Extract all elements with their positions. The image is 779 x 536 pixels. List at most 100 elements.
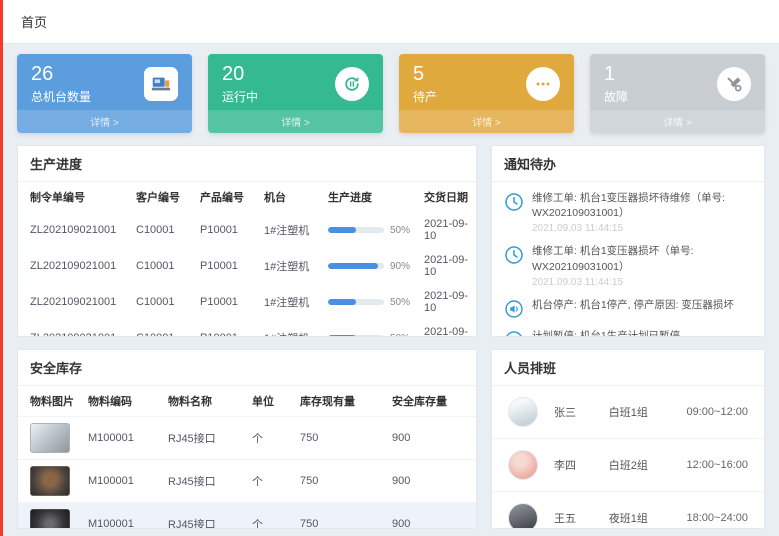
- staff-shift: 白班1组: [609, 404, 687, 420]
- notice-item[interactable]: 维修工单: 机台1变压器损坏（单号: WX202109031001） 2021.…: [504, 239, 752, 292]
- material-name: RJ45接口: [162, 417, 246, 460]
- avatar: [508, 503, 538, 529]
- notices-panel: 通知待办 维修工单: 机台1变压器损坏待维修（单号: WX20210903100…: [491, 145, 765, 337]
- production-machine: 1#注塑机: [258, 248, 322, 284]
- notice-timestamp: 2021.09.03 11:44:15: [532, 223, 752, 234]
- dashboard-page: 首页 26 总机台数量 详情 >: [0, 0, 779, 536]
- production-progress-bar: 90%: [328, 261, 412, 272]
- staff-time-range: 18:00~24:00: [687, 512, 748, 524]
- staff-name: 王五: [554, 510, 609, 526]
- inventory-table: 物料图片 物料编码 物料名称 单位 库存现有量 安全库存量 M100001 RJ…: [18, 386, 477, 529]
- production-machine: 1#注塑机: [258, 212, 322, 248]
- notice-icon: [504, 330, 524, 337]
- material-code: M100001: [82, 460, 162, 503]
- production-progress-value: 50%: [390, 297, 410, 308]
- card-waiting[interactable]: 5 待产 详情 >: [399, 54, 574, 133]
- card-fault[interactable]: 1 故障 详情 >: [590, 54, 765, 133]
- card-running-main: 20 运行中: [208, 54, 383, 110]
- card-running[interactable]: 20 运行中 详情 >: [208, 54, 383, 133]
- col-material-code: 物料编码: [82, 386, 162, 417]
- card-total-machines-label: 总机台数量: [31, 88, 91, 105]
- notice-item[interactable]: 计划暂停: 机台1生产计划已暂停 2021.09.03 11:44:15: [504, 324, 752, 337]
- production-product-no: P10001: [194, 212, 258, 248]
- notice-item[interactable]: 机台停产: 机台1停产, 停产原因: 变压器损坏: [504, 293, 752, 324]
- production-delivery-date: 2021-09-10: [418, 284, 477, 320]
- material-safety-stock: 900: [386, 460, 477, 503]
- notice-icon: [504, 299, 524, 319]
- notice-timestamp: 2021.09.03 11:44:15: [532, 277, 752, 288]
- notice-text: 维修工单: 机台1变压器损坏（单号: WX202109031001）: [532, 244, 752, 274]
- production-delivery-date: 2021-09-10: [418, 320, 477, 337]
- safety-stock-panel: 安全库存 物料图片 物料编码 物料名称 单位 库存现有量 安全库存量: [17, 349, 477, 529]
- notice-icon: [504, 192, 524, 212]
- production-customer-no: C10001: [130, 248, 194, 284]
- card-waiting-detail-link[interactable]: 详情 >: [399, 110, 574, 133]
- col-product-no: 产品编号: [194, 182, 258, 212]
- production-product-no: P10001: [194, 248, 258, 284]
- card-total-machines-detail-link[interactable]: 详情 >: [17, 110, 192, 133]
- avatar: [508, 450, 538, 480]
- col-delivery-date: 交货日期: [418, 182, 477, 212]
- production-table: 制令单编号 客户编号 产品编号 机台 生产进度 交货日期 ZL202109021…: [18, 182, 477, 337]
- col-material-image: 物料图片: [18, 386, 82, 417]
- production-header-row: 制令单编号 客户编号 产品编号 机台 生产进度 交货日期: [18, 182, 477, 212]
- col-safety-stock: 安全库存量: [386, 386, 477, 417]
- material-unit: 个: [246, 417, 294, 460]
- card-total-machines[interactable]: 26 总机台数量 详情 >: [17, 54, 192, 133]
- production-customer-no: C10001: [130, 212, 194, 248]
- col-customer-no: 客户编号: [130, 182, 194, 212]
- running-icon: [335, 67, 369, 101]
- stat-cards: 26 总机台数量 详情 > 20 运行中: [17, 54, 765, 133]
- schedule-row: 王五 夜班1组 18:00~24:00: [492, 492, 764, 529]
- inventory-header-row: 物料图片 物料编码 物料名称 单位 库存现有量 安全库存量: [18, 386, 477, 417]
- material-code: M100001: [82, 417, 162, 460]
- card-running-detail-link[interactable]: 详情 >: [208, 110, 383, 133]
- card-waiting-label: 待产: [413, 88, 437, 105]
- production-delivery-date: 2021-09-10: [418, 248, 477, 284]
- production-order-no: ZL202109021001: [18, 248, 130, 284]
- material-image: [30, 423, 70, 453]
- material-current-stock: 750: [294, 460, 386, 503]
- notice-icon: [504, 245, 524, 265]
- inventory-row: M100001 RJ45接口 个 750 900: [18, 417, 477, 460]
- notices-list: 维修工单: 机台1变压器损坏待维修（单号: WX202109031001） 20…: [492, 182, 764, 337]
- notice-item[interactable]: 维修工单: 机台1变压器损坏待维修（单号: WX202109031001） 20…: [504, 186, 752, 239]
- production-progress-bar: 50%: [328, 225, 412, 236]
- col-unit: 单位: [246, 386, 294, 417]
- notice-text: 机台停产: 机台1停产, 停产原因: 变压器损坏: [532, 298, 734, 313]
- card-waiting-main: 5 待产: [399, 54, 574, 110]
- production-row: ZL202109021001 C10001 P10001 1#注塑机 50% 2…: [18, 320, 477, 337]
- material-safety-stock: 900: [386, 417, 477, 460]
- card-running-label: 运行中: [222, 88, 258, 105]
- production-progress-panel: 生产进度 制令单编号 客户编号 产品编号 机台 生产进度 交货日期: [17, 145, 477, 337]
- production-order-no: ZL202109021001: [18, 284, 130, 320]
- production-progress-value: 50%: [390, 225, 410, 236]
- card-waiting-value: 5: [413, 63, 437, 86]
- col-order-no: 制令单编号: [18, 182, 130, 212]
- card-fault-main: 1 故障: [590, 54, 765, 110]
- staff-name: 张三: [554, 404, 609, 420]
- inventory-row: M100001 RJ45接口 个 750 900: [18, 460, 477, 503]
- machine-icon: [144, 67, 178, 101]
- production-order-no: ZL202109021001: [18, 320, 130, 337]
- card-fault-value: 1: [604, 63, 628, 86]
- notices-title: 通知待办: [492, 146, 764, 182]
- waiting-icon: [526, 67, 560, 101]
- card-fault-detail-link[interactable]: 详情 >: [590, 110, 765, 133]
- fault-icon: [717, 67, 751, 101]
- material-current-stock: 750: [294, 417, 386, 460]
- production-row: ZL202109021001 C10001 P10001 1#注塑机 50% 2…: [18, 212, 477, 248]
- material-name: RJ45接口: [162, 503, 246, 530]
- staff-schedule-list: 张三 白班1组 09:00~12:00 李四 白班2组 12:00~16:00 …: [492, 386, 764, 529]
- material-image: [30, 466, 70, 496]
- staff-name: 李四: [554, 457, 609, 473]
- col-current-stock: 库存现有量: [294, 386, 386, 417]
- production-progress-value: 50%: [390, 333, 410, 338]
- production-progress-bar: 50%: [328, 297, 412, 308]
- page-header: 首页: [3, 0, 779, 44]
- schedule-row: 李四 白班2组 12:00~16:00: [492, 439, 764, 492]
- col-progress: 生产进度: [322, 182, 418, 212]
- material-unit: 个: [246, 460, 294, 503]
- staff-shift: 夜班1组: [609, 510, 687, 526]
- notice-text: 计划暂停: 机台1生产计划已暂停: [532, 329, 680, 337]
